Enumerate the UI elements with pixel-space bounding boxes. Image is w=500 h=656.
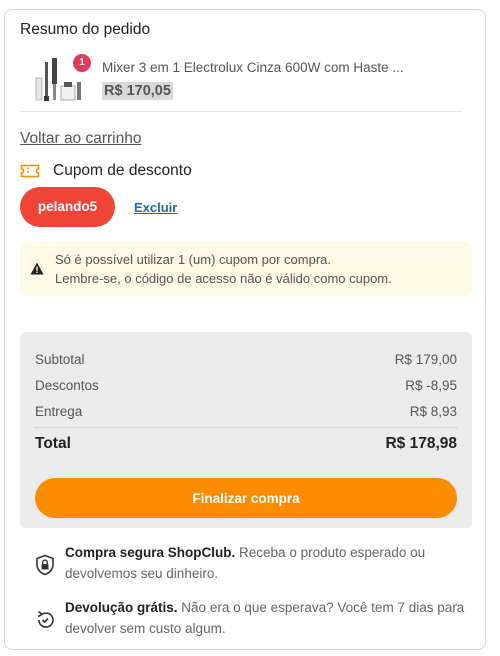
subtotal-label: Subtotal (35, 352, 85, 367)
return-box-icon (37, 610, 54, 628)
product-name[interactable]: Mixer 3 em 1 Electrolux Cinza 600W com H… (102, 60, 442, 75)
remove-coupon-link[interactable]: Excluir (134, 200, 177, 215)
notice-line-2: Lembre-se, o código de acesso não é váli… (55, 271, 392, 286)
total-label: Total (35, 435, 71, 452)
order-summary-card: Resumo do pedido 1 Mixer 3 em 1 Electrol… (4, 9, 486, 650)
ticket-icon (20, 164, 40, 178)
applied-coupon-chip: pelando5 (20, 187, 115, 227)
shield-lock-icon (36, 554, 54, 576)
subtotal-value: R$ 179,00 (394, 352, 457, 367)
warning-icon (30, 262, 44, 275)
summary-title: Resumo do pedido (20, 21, 151, 38)
delivery-value: R$ 8,93 (409, 404, 457, 419)
discounts-row: Descontos R$ -8,95 (35, 378, 457, 393)
product-price: R$ 170,05 (102, 82, 173, 100)
discounts-value: R$ -8,95 (405, 378, 457, 393)
quantity-badge: 1 (73, 54, 91, 72)
subtotal-row: Subtotal R$ 179,00 (35, 352, 457, 367)
checkout-button[interactable]: Finalizar compra (35, 478, 457, 518)
total-value: R$ 178,98 (385, 435, 457, 452)
delivery-row: Entrega R$ 8,93 (35, 404, 457, 428)
coupon-notice: Só é possível utilizar 1 (um) cupom por … (20, 242, 472, 296)
delivery-label: Entrega (35, 404, 83, 419)
total-row: Total R$ 178,98 (35, 435, 457, 453)
benefit-title: Compra segura ShopClub. (65, 545, 236, 560)
coupon-title: Cupom de desconto (53, 162, 192, 179)
benefit-text: Compra segura ShopClub. Receba o produto… (65, 542, 465, 584)
discounts-label: Descontos (35, 378, 99, 393)
benefit-title: Devolução grátis. (65, 600, 178, 615)
totals-panel: Subtotal R$ 179,00 Descontos R$ -8,95 En… (20, 332, 472, 528)
notice-line-1: Só é possível utilizar 1 (um) cupom por … (55, 252, 331, 267)
product-item: 1 Mixer 3 em 1 Electrolux Cinza 600W com… (20, 54, 462, 112)
back-to-cart-link[interactable]: Voltar ao carrinho (20, 130, 142, 148)
notice-text: Só é possível utilizar 1 (um) cupom por … (55, 250, 465, 288)
benefit-text: Devolução grátis. Não era o que esperava… (65, 597, 465, 639)
